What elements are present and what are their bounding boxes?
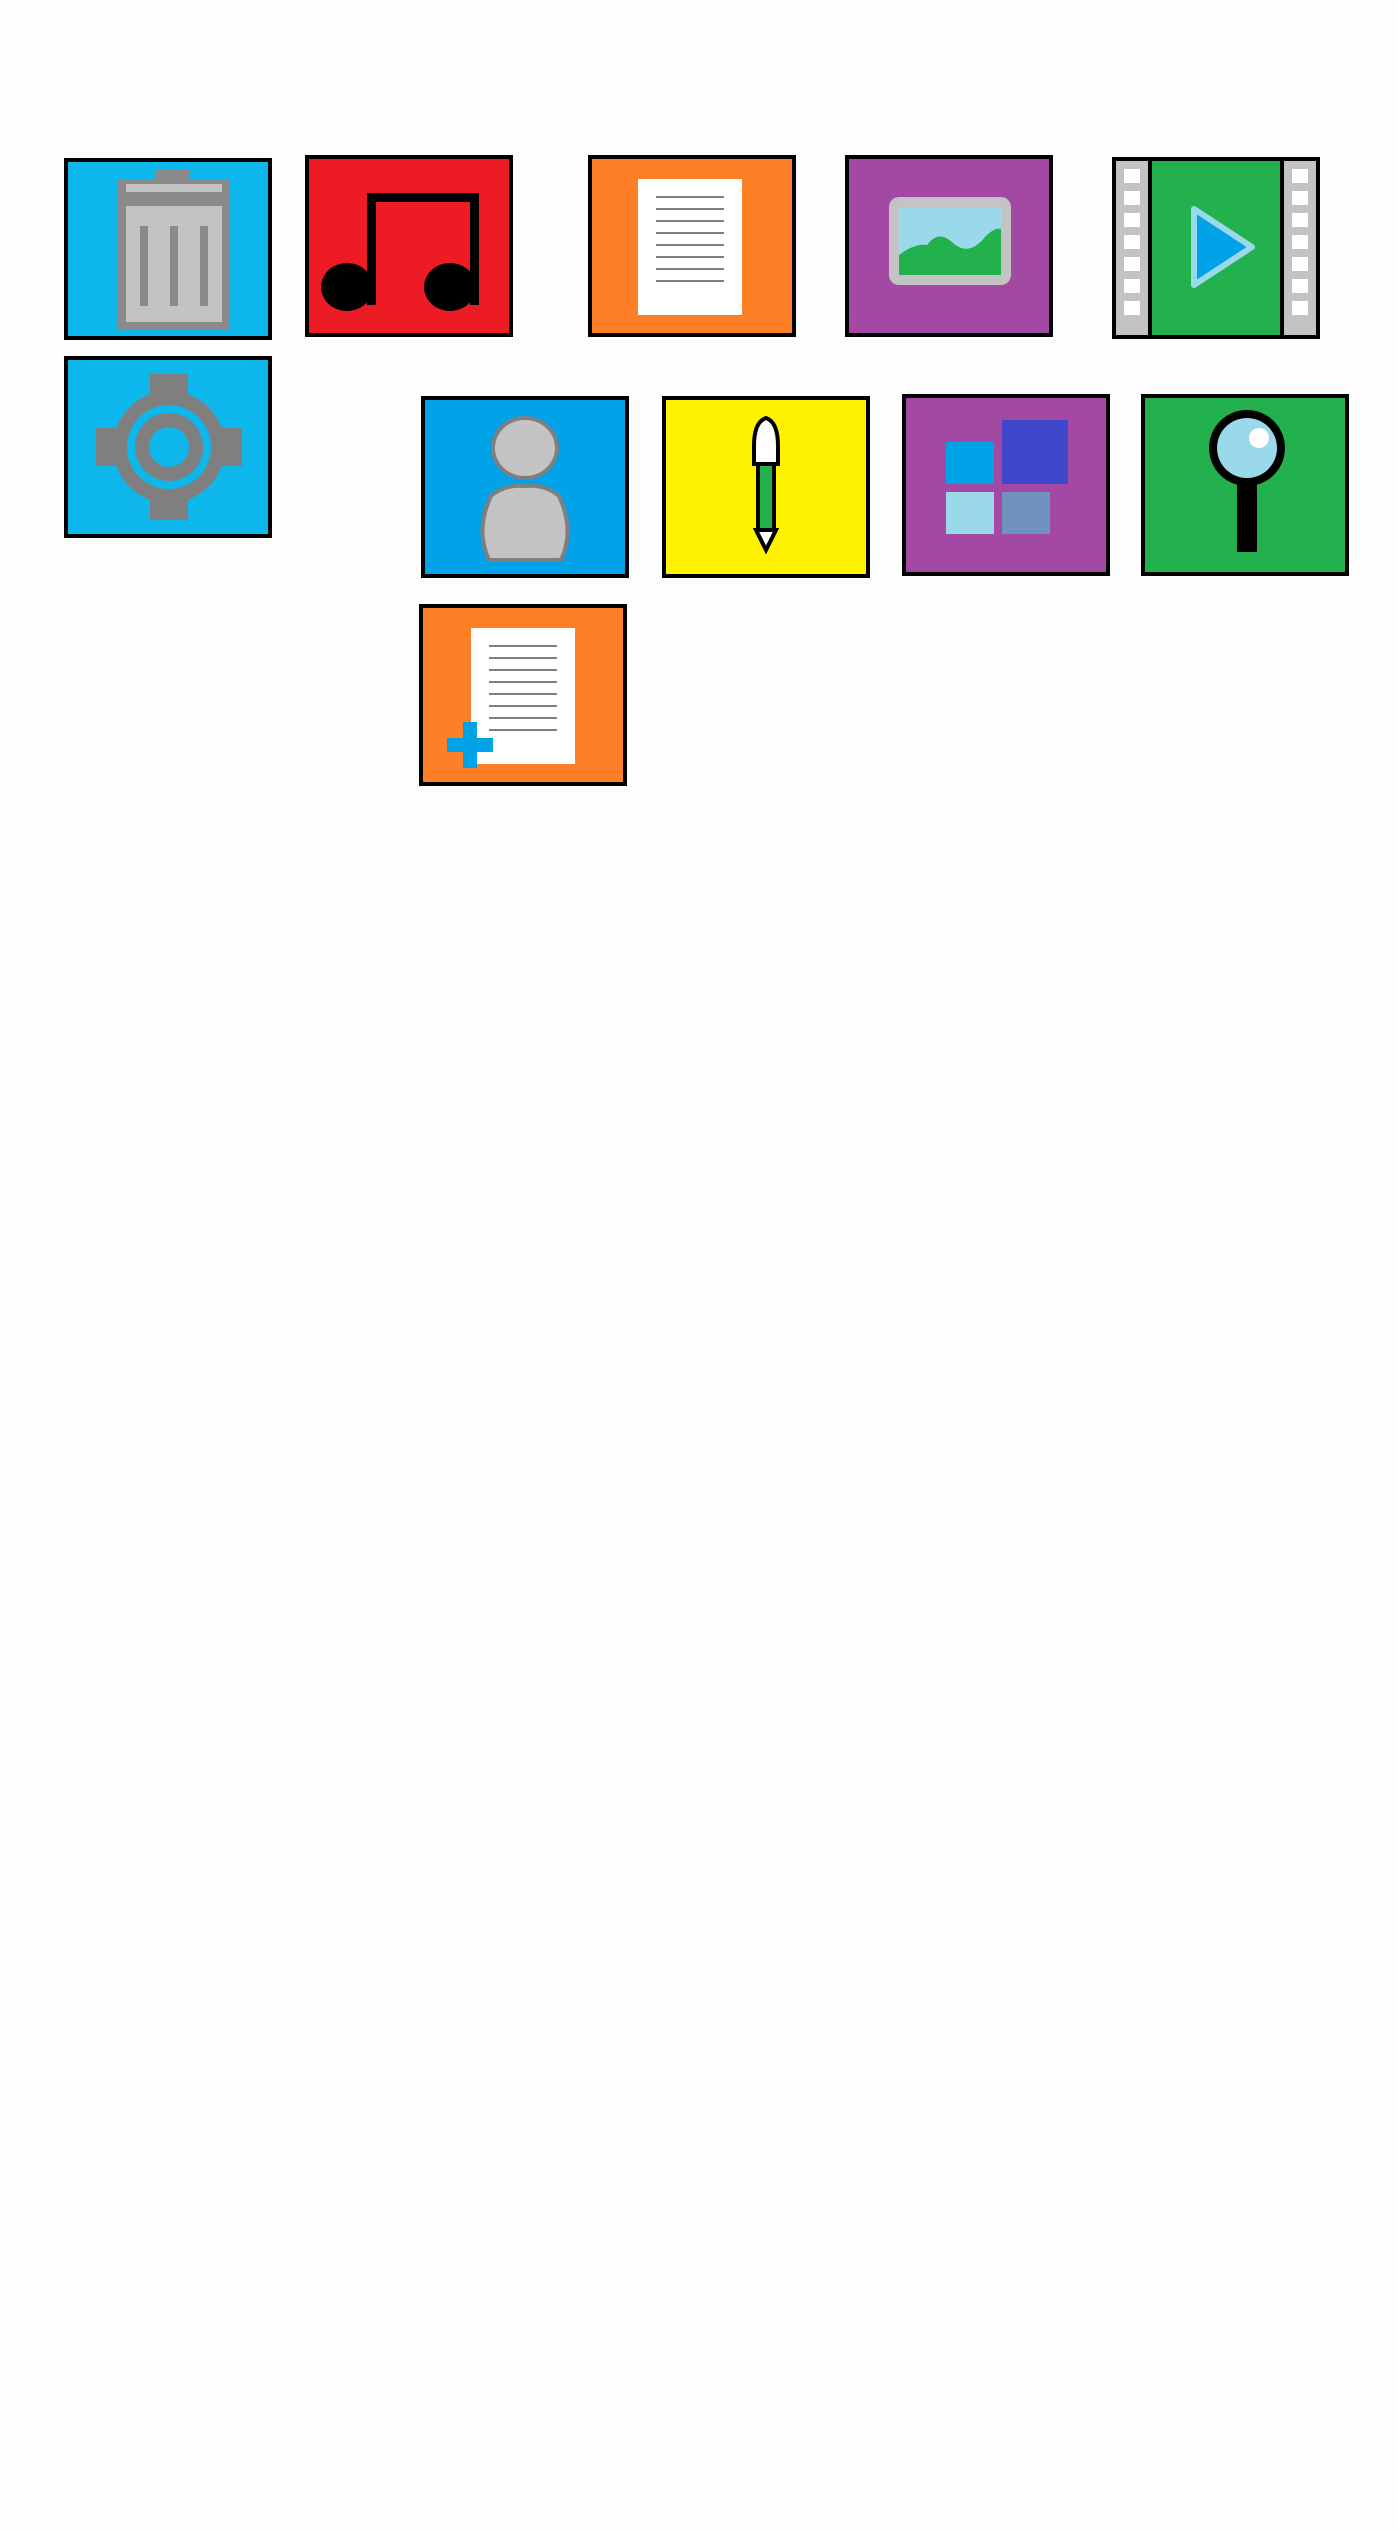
pictures-tile[interactable] [845,155,1053,337]
music-note-icon [321,193,479,311]
music-tile[interactable] [305,155,513,337]
pen-tile[interactable] [662,396,870,578]
pen-icon [752,415,780,555]
app-grid-icon [946,420,1068,534]
new-document-icon [447,628,575,768]
recycle-bin-tile[interactable] [64,158,272,340]
new-document-tile[interactable] [419,604,627,786]
search-tile[interactable] [1141,394,1349,576]
video-tile[interactable] [1112,157,1320,339]
document-icon [638,179,742,315]
document-tile[interactable] [588,155,796,337]
picture-icon [889,197,1011,285]
trash-icon [118,170,230,330]
user-icon [480,416,570,562]
user-tile[interactable] [421,396,629,578]
apps-tile[interactable] [902,394,1110,576]
settings-tile[interactable] [64,356,272,538]
magnifier-icon [1209,410,1285,552]
play-icon [1116,161,1316,335]
gear-icon [96,374,242,520]
